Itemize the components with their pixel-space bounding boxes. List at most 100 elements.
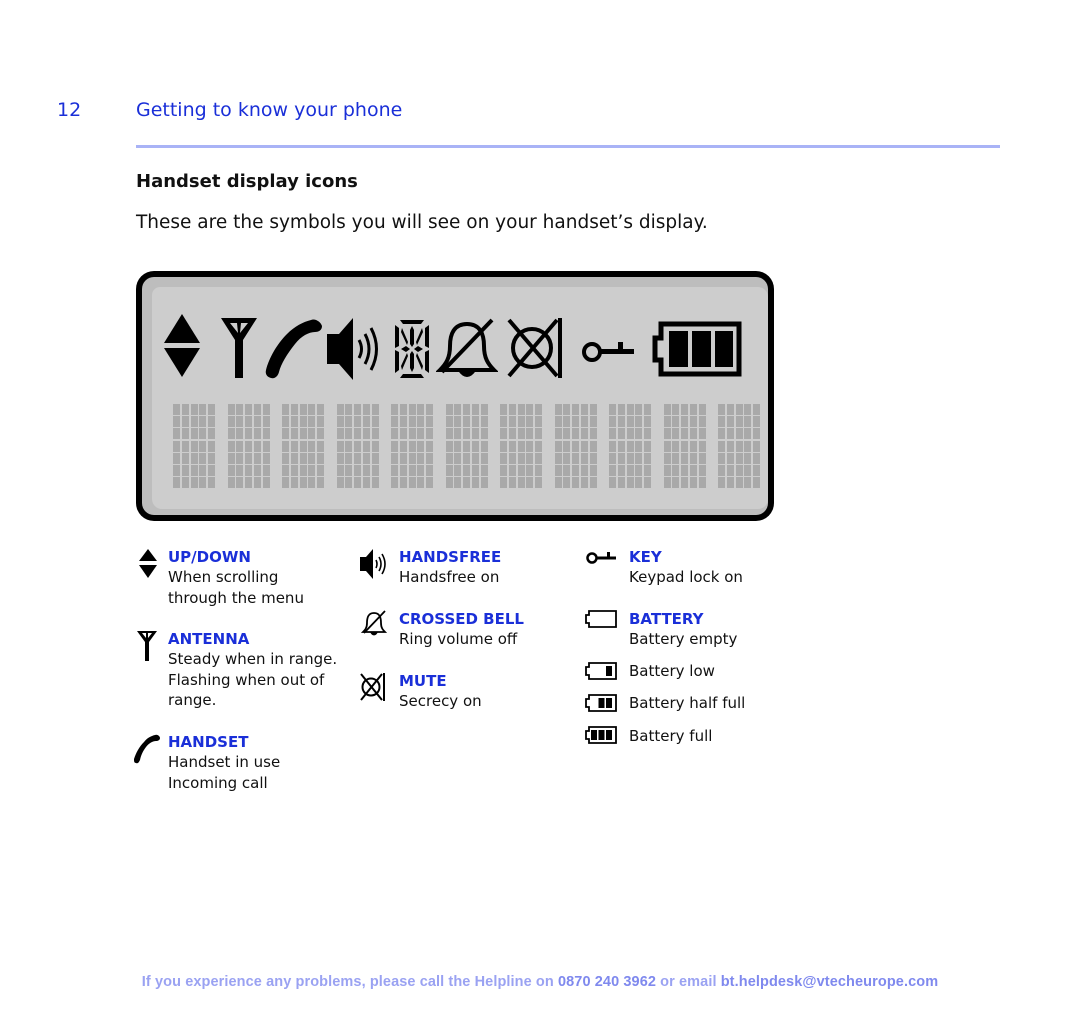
- dot-matrix-pixel: [245, 428, 253, 440]
- dot-matrix-pixel: [526, 465, 534, 476]
- dot-matrix-pixel: [644, 440, 652, 452]
- dot-matrix-pixel: [426, 465, 434, 476]
- dot-matrix-pixel: [689, 416, 697, 428]
- dot-matrix-pixel: [253, 477, 261, 489]
- dot-matrix-pixel: [190, 452, 198, 464]
- legend-desc: through the menu: [168, 588, 304, 607]
- dot-matrix-pixel: [500, 416, 507, 428]
- dot-matrix-pixel: [399, 440, 407, 452]
- dot-matrix-pixel: [362, 404, 370, 415]
- dot-matrix-pixel: [689, 404, 697, 415]
- dot-matrix-pixel: [336, 404, 344, 415]
- dot-matrix-pixel: [253, 465, 261, 476]
- battery-bar: [598, 698, 605, 708]
- dot-matrix-pixel: [208, 404, 216, 415]
- dot-matrix-pixel: [572, 428, 580, 440]
- dot-matrix-pixel: [580, 452, 588, 464]
- dot-matrix-pixel: [663, 477, 671, 489]
- dot-matrix-pixel: [245, 477, 253, 489]
- battery-full-icon: [585, 726, 617, 744]
- battery-level-label: Battery low: [629, 662, 715, 680]
- dot-matrix-pixel: [580, 477, 588, 489]
- dot-matrix-character: [554, 404, 599, 492]
- dot-matrix-pixel: [199, 440, 207, 452]
- dot-matrix-pixel: [408, 477, 416, 489]
- legend-title: UP/DOWN: [168, 548, 251, 566]
- dot-matrix-pixel: [245, 452, 253, 464]
- legend-desc: Handset in use: [168, 753, 281, 771]
- dot-matrix-pixel: [354, 452, 362, 464]
- lcd-display-illustration: [136, 271, 774, 521]
- dot-matrix-pixel: [663, 452, 671, 464]
- dot-matrix-pixel: [236, 440, 244, 452]
- battery-level-label: Battery half full: [629, 694, 746, 712]
- dot-matrix-pixel: [408, 452, 416, 464]
- dot-matrix-pixel: [554, 452, 562, 464]
- dot-matrix-character: [391, 404, 435, 492]
- dot-matrix-pixel: [345, 440, 353, 452]
- dot-matrix-pixel: [744, 477, 752, 489]
- dot-matrix-pixel: [317, 465, 325, 476]
- dot-matrix-pixel: [698, 477, 706, 489]
- dot-matrix-pixel: [563, 428, 571, 440]
- dot-matrix-pixel: [426, 452, 434, 464]
- dot-matrix-pixel: [399, 428, 407, 440]
- dot-matrix-pixel: [245, 465, 253, 476]
- up-down-arrows-icon: [139, 549, 157, 578]
- dot-matrix-pixel: [299, 477, 307, 489]
- legend-title: KEY: [629, 548, 662, 566]
- dot-matrix-pixel: [471, 477, 479, 489]
- dot-matrix-pixel: [190, 465, 198, 476]
- dot-matrix-pixel: [454, 404, 462, 415]
- dot-matrix-pixel: [426, 477, 434, 489]
- dot-matrix-pixel: [681, 404, 689, 415]
- dot-matrix-pixel: [236, 465, 244, 476]
- dot-matrix-pixel: [572, 404, 580, 415]
- dot-matrix-pixel: [253, 440, 261, 452]
- legend-title: HANDSFREE: [399, 548, 502, 566]
- dot-matrix-pixel: [718, 416, 725, 428]
- battery-level-label: Battery empty: [629, 630, 738, 648]
- dot-matrix-pixel: [644, 428, 652, 440]
- dot-matrix-pixel: [508, 465, 516, 476]
- dot-matrix-pixel: [236, 404, 244, 415]
- dot-matrix-character: [663, 404, 708, 492]
- dot-matrix-pixel: [617, 404, 625, 415]
- dot-matrix-pixel: [480, 477, 488, 489]
- dot-matrix-pixel: [735, 452, 743, 464]
- intro-text: These are the symbols you will see on yo…: [136, 212, 708, 233]
- dot-matrix-pixel: [399, 404, 407, 415]
- dot-matrix-pixel: [208, 428, 216, 440]
- dot-matrix-pixel: [689, 477, 697, 489]
- battery-bar: [606, 666, 612, 676]
- dot-matrix-pixel: [508, 404, 516, 415]
- up-down-arrows-icon: [164, 314, 200, 377]
- dot-matrix-pixel: [426, 404, 434, 415]
- dot-matrix-pixel: [290, 428, 298, 440]
- dot-matrix-pixel: [208, 440, 216, 452]
- dot-matrix-pixel: [580, 465, 588, 476]
- battery-half-icon: [585, 694, 617, 712]
- dot-matrix-pixel: [199, 465, 207, 476]
- dot-matrix-pixel: [644, 465, 652, 476]
- dot-matrix-pixel: [698, 416, 706, 428]
- dot-matrix-pixel: [208, 452, 216, 464]
- helpline-phone[interactable]: 0870 240 3962: [558, 974, 656, 990]
- dot-matrix-pixel: [308, 416, 316, 428]
- dot-matrix-pixel: [726, 404, 734, 415]
- legend-desc: Steady when in range.: [168, 650, 338, 668]
- helpdesk-email[interactable]: bt.helpdesk@vtecheurope.com: [721, 974, 938, 990]
- dot-matrix-pixel: [563, 416, 571, 428]
- dot-matrix-pixel: [199, 404, 207, 415]
- dot-matrix-pixel: [454, 428, 462, 440]
- battery-bar: [606, 730, 612, 740]
- dot-matrix-pixel: [236, 416, 244, 428]
- header-divider: [136, 145, 1000, 148]
- dot-matrix-pixel: [753, 465, 761, 476]
- dot-matrix-pixel: [336, 440, 344, 452]
- dot-matrix-pixel: [681, 452, 689, 464]
- dot-matrix-pixel: [299, 416, 307, 428]
- dot-matrix-pixel: [245, 404, 253, 415]
- dot-matrix-pixel: [563, 404, 571, 415]
- dot-matrix-pixel: [445, 416, 453, 428]
